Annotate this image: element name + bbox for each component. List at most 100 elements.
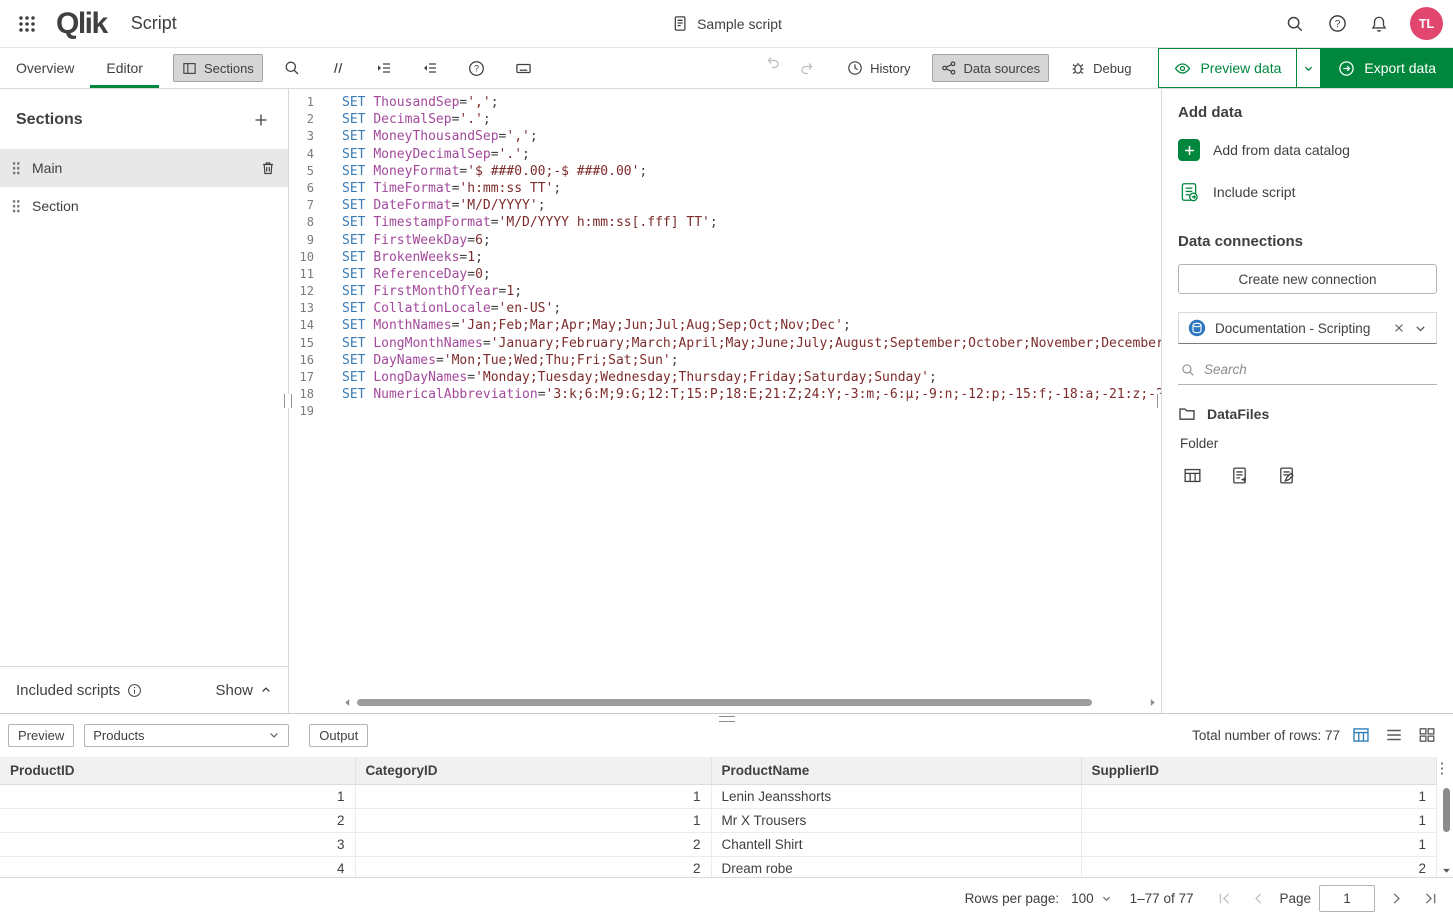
- history-button[interactable]: History: [838, 54, 919, 82]
- connection-name: Documentation - Scripting: [1215, 321, 1384, 336]
- column-header-categoryid[interactable]: CategoryID: [355, 757, 711, 784]
- table-row[interactable]: 3 2 Chantell Shirt 1: [0, 832, 1437, 856]
- table-row[interactable]: 2 1 Mr X Trousers 1: [0, 808, 1437, 832]
- topbar: Qlik Script Sample script ? TL: [0, 0, 1453, 48]
- scrollbar-track[interactable]: [355, 698, 1145, 707]
- delete-section-button[interactable]: [260, 160, 276, 176]
- column-header-supplierid[interactable]: SupplierID: [1081, 757, 1437, 784]
- scrollbar-thumb[interactable]: [357, 699, 1092, 706]
- table-vertical-scrollbar[interactable]: [1439, 786, 1453, 877]
- show-included-scripts-button[interactable]: Show: [215, 682, 272, 699]
- code-line[interactable]: 9SET FirstWeekDay=6;: [289, 232, 1161, 249]
- export-data-button[interactable]: Export data: [1321, 48, 1453, 88]
- code-line[interactable]: 2SET DecimalSep='.';: [289, 111, 1161, 128]
- code-area[interactable]: 1SET ThousandSep=',';2SET DecimalSep='.'…: [289, 89, 1161, 421]
- tab-overview[interactable]: Overview: [0, 48, 90, 88]
- indent-button[interactable]: [367, 54, 401, 82]
- column-header-productname[interactable]: ProductName: [711, 757, 1081, 784]
- clear-connection-button[interactable]: [1393, 322, 1405, 334]
- code-line[interactable]: 19: [289, 403, 1161, 420]
- code-line[interactable]: 16SET DayNames='Mon;Tue;Wed;Thu;Fri;Sat;…: [289, 352, 1161, 369]
- code-line[interactable]: 15SET LongMonthNames='January;February;M…: [289, 335, 1161, 352]
- edit-script-button[interactable]: [1274, 463, 1298, 487]
- code-line[interactable]: 18SET NumericalAbbreviation='3:k;6:M;9:G…: [289, 386, 1161, 403]
- table-row[interactable]: 4 2 Dream robe 2: [0, 856, 1437, 877]
- table-view-button[interactable]: [1349, 723, 1373, 747]
- info-icon[interactable]: [127, 683, 142, 698]
- find-replace-button[interactable]: [275, 54, 309, 82]
- code-line[interactable]: 17SET LongDayNames='Monday;Tuesday;Wedne…: [289, 369, 1161, 386]
- main-area: Sections Main Section Included scripts: [0, 89, 1453, 713]
- code-editor[interactable]: 1SET ThousandSep=',';2SET DecimalSep='.'…: [289, 89, 1162, 713]
- syntax-help-button[interactable]: ?: [459, 54, 494, 82]
- previous-page-button[interactable]: [1245, 886, 1271, 912]
- last-page-button[interactable]: [1417, 886, 1443, 912]
- code-line[interactable]: 1SET ThousandSep=',';: [289, 94, 1161, 111]
- code-line[interactable]: 12SET FirstMonthOfYear=1;: [289, 283, 1161, 300]
- preview-data-button[interactable]: Preview data: [1158, 48, 1297, 88]
- horizontal-scrollbar[interactable]: [343, 697, 1157, 708]
- connection-dropdown-button[interactable]: [1414, 322, 1427, 335]
- rows-per-page-select[interactable]: 100: [1071, 891, 1112, 906]
- table-row[interactable]: 1 1 Lenin Jeansshorts 1: [0, 784, 1437, 808]
- code-line[interactable]: 6SET TimeFormat='h:mm:ss TT';: [289, 180, 1161, 197]
- drag-handle-icon[interactable]: [12, 199, 20, 213]
- add-from-catalog-button[interactable]: Add from data catalog: [1178, 129, 1437, 171]
- datafiles-connection[interactable]: DataFiles: [1178, 405, 1437, 423]
- tab-editor[interactable]: Editor: [90, 48, 159, 88]
- table-select[interactable]: Products: [84, 724, 289, 747]
- debug-button[interactable]: Debug: [1061, 54, 1140, 82]
- avatar[interactable]: TL: [1410, 7, 1443, 40]
- code-line[interactable]: 5SET MoneyFormat='$ ###0.00;-$ ###0.00';: [289, 163, 1161, 180]
- document-title[interactable]: Sample script: [671, 0, 782, 47]
- panel-resize-handle[interactable]: [719, 716, 735, 722]
- page-number-input[interactable]: [1319, 885, 1375, 912]
- notifications-button[interactable]: [1362, 7, 1396, 41]
- editor-resize-handle[interactable]: [1157, 394, 1162, 408]
- comment-button[interactable]: [321, 54, 355, 82]
- help-button[interactable]: ?: [1320, 7, 1354, 41]
- drag-handle-icon[interactable]: [12, 161, 20, 175]
- scroll-right-icon[interactable]: [1148, 698, 1157, 707]
- create-connection-button[interactable]: Create new connection: [1178, 264, 1437, 294]
- sidebar-item-main[interactable]: Main: [0, 149, 288, 187]
- list-view-button[interactable]: [1382, 723, 1406, 747]
- code-line[interactable]: 7SET DateFormat='M/D/YYYY';: [289, 197, 1161, 214]
- code-line[interactable]: 4SET MoneyDecimalSep='.';: [289, 146, 1161, 163]
- grid-view-button[interactable]: [1415, 723, 1439, 747]
- preview-data-menu-button[interactable]: [1297, 48, 1321, 88]
- global-search-button[interactable]: [1278, 7, 1312, 41]
- data-sources-button[interactable]: Data sources: [932, 54, 1050, 82]
- connection-select[interactable]: Documentation - Scripting: [1178, 312, 1437, 344]
- output-button[interactable]: Output: [309, 724, 368, 747]
- select-data-button[interactable]: [1180, 463, 1204, 487]
- table-options-button[interactable]: ⋮: [1434, 760, 1450, 778]
- column-header-productid[interactable]: ProductID: [0, 757, 355, 784]
- code-line[interactable]: 10SET BrokenWeeks=1;: [289, 249, 1161, 266]
- code-line[interactable]: 8SET TimestampFormat='M/D/YYYY h:mm:ss[.…: [289, 214, 1161, 231]
- scroll-down-button[interactable]: [1442, 866, 1451, 875]
- scroll-left-icon[interactable]: [343, 698, 352, 707]
- outdent-button[interactable]: [413, 54, 447, 82]
- connection-search-input[interactable]: Search: [1178, 355, 1437, 385]
- sidebar-item-section[interactable]: Section: [0, 187, 288, 225]
- add-section-button[interactable]: [248, 107, 274, 133]
- cell: Lenin Jeansshorts: [711, 784, 1081, 808]
- code-line[interactable]: 3SET MoneyThousandSep=',';: [289, 128, 1161, 145]
- code-line[interactable]: 11SET ReferenceDay=0;: [289, 266, 1161, 283]
- svg-text:?: ?: [474, 63, 479, 73]
- first-page-button[interactable]: [1211, 886, 1237, 912]
- undo-button[interactable]: [756, 48, 790, 76]
- redo-button[interactable]: [790, 54, 824, 82]
- include-script-file-button[interactable]: [1227, 463, 1251, 487]
- scrollbar-thumb[interactable]: [1443, 788, 1450, 832]
- app-launcher-button[interactable]: [10, 7, 44, 41]
- code-line[interactable]: 13SET CollationLocale='en-US';: [289, 300, 1161, 317]
- preview-button[interactable]: Preview: [8, 724, 74, 747]
- shortcuts-button[interactable]: [506, 54, 541, 82]
- include-script-button[interactable]: Include script: [1178, 171, 1437, 213]
- sections-toggle-button[interactable]: Sections: [173, 54, 263, 82]
- code-line[interactable]: 14SET MonthNames='Jan;Feb;Mar;Apr;May;Ju…: [289, 317, 1161, 334]
- next-page-button[interactable]: [1383, 886, 1409, 912]
- sidebar-resize-handle[interactable]: [284, 394, 292, 408]
